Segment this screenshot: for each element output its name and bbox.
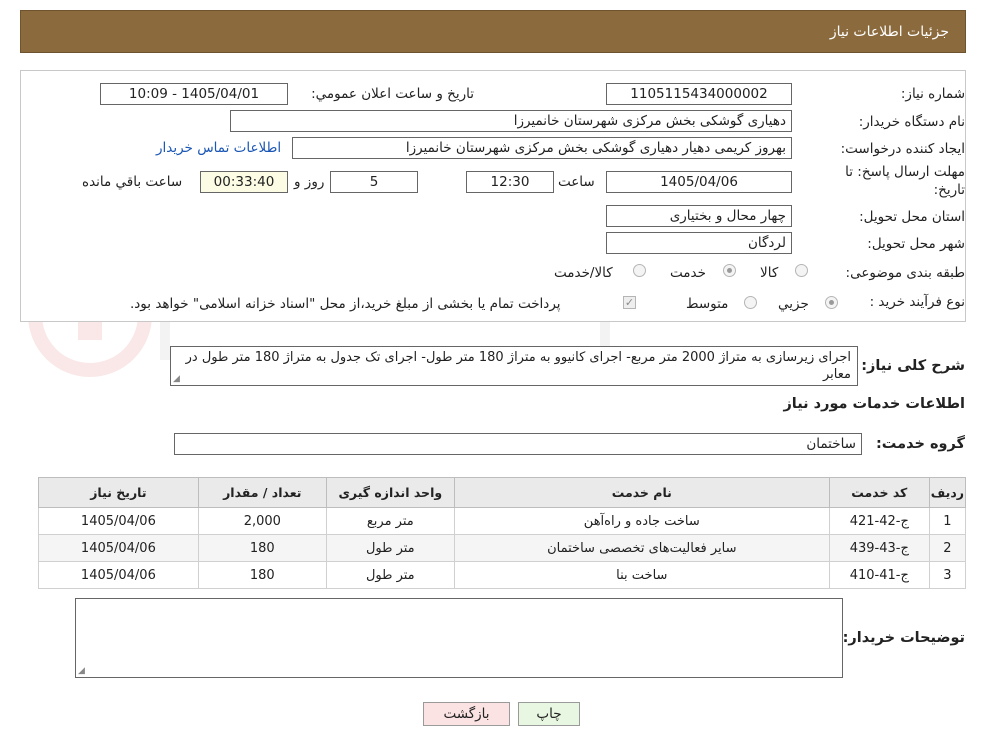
cell-quantity: 180 bbox=[197, 561, 327, 589]
deadline-time-label: ساعت bbox=[558, 174, 595, 190]
cell-date: 1405/04/06 bbox=[38, 534, 199, 562]
cell-unit: متر مربع bbox=[325, 507, 455, 535]
services-table: رديف کد خدمت نام خدمت واحد اندازه گيری ت… bbox=[38, 477, 967, 589]
table-row[interactable]: 3 ج-41-410 ساخت بنا متر طول 180 1405/04/… bbox=[38, 561, 967, 589]
cell-name: سایر فعالیت‌های تخصصی ساختمان bbox=[453, 534, 830, 562]
buyer-org-field[interactable]: دهیاری گوشکی بخش مرکزی شهرستان خانمیرزا bbox=[230, 110, 792, 132]
cell-unit: متر طول bbox=[325, 534, 455, 562]
radio-service[interactable] bbox=[723, 264, 736, 277]
radio-goods-label: کالا bbox=[760, 265, 779, 281]
cell-row: 1 bbox=[928, 507, 967, 535]
treasury-note: پرداخت تمام يا بخشی از مبلغ خريد،از محل … bbox=[130, 296, 561, 312]
page-header: جزئیات اطلاعات نیاز bbox=[20, 10, 966, 53]
resize-grip-icon[interactable]: ◢ bbox=[78, 667, 85, 676]
table-row[interactable]: 2 ج-43-439 سایر فعالیت‌های تخصصی ساختمان… bbox=[38, 534, 967, 562]
city-label: شهر محل تحويل: bbox=[867, 236, 965, 252]
summary-label: شرح کلی نیاز: bbox=[861, 358, 965, 374]
city-field[interactable]: لردگان bbox=[606, 232, 792, 254]
need-number-label: شماره نیاز: bbox=[900, 86, 965, 102]
days-label: روز و bbox=[294, 174, 325, 190]
announce-label: تاریخ و ساعت اعلان عمومي: bbox=[311, 86, 474, 102]
need-number-field[interactable]: 1105115434000002 bbox=[606, 83, 792, 105]
radio-goods-service-label: کالا/خدمت bbox=[554, 265, 613, 281]
radio-minor-label: جزيي bbox=[778, 296, 809, 312]
cell-name: ساخت بنا bbox=[453, 561, 830, 589]
province-field[interactable]: چهار محال و بختیاری bbox=[606, 205, 792, 227]
radio-service-label: خدمت bbox=[670, 265, 706, 281]
requester-field[interactable]: بهروز کریمی دهیار دهیاری گوشکی بخش مرکزی… bbox=[292, 137, 792, 159]
cell-date: 1405/04/06 bbox=[38, 561, 199, 589]
days-field[interactable]: 5 bbox=[330, 171, 418, 193]
treasury-checkbox[interactable]: ✓ bbox=[623, 296, 636, 309]
buyer-notes-label: توضيحات خريدار: bbox=[842, 630, 965, 646]
service-group-label: گروه خدمت: bbox=[875, 436, 965, 452]
cell-date: 1405/04/06 bbox=[38, 507, 199, 535]
deadline-date-label: تاريخ: bbox=[933, 182, 965, 198]
buyer-contact-link[interactable]: اطلاعات تماس خريدار bbox=[156, 140, 281, 156]
buyer-org-label: نام دستگاه خريدار: bbox=[858, 114, 965, 130]
col-row: رديف bbox=[928, 477, 967, 508]
cell-unit: متر طول bbox=[325, 561, 455, 589]
print-button[interactable]: چاپ bbox=[518, 702, 580, 726]
summary-textarea[interactable]: اجرای زیرسازی به متراژ 2000 متر مربع- اج… bbox=[170, 346, 858, 386]
details-panel bbox=[20, 70, 966, 322]
requester-label: ايجاد كننده درخواست: bbox=[840, 141, 965, 157]
cell-code: ج-41-410 bbox=[828, 561, 930, 589]
radio-goods[interactable] bbox=[795, 264, 808, 277]
deadline-time-field[interactable]: 12:30 bbox=[466, 171, 554, 193]
category-label: طبقه بندی موضوعی: bbox=[845, 265, 965, 281]
col-quantity: تعداد / مقدار bbox=[197, 477, 327, 508]
services-title: اطلاعات خدمات مورد نياز bbox=[783, 396, 965, 412]
radio-goods-service[interactable] bbox=[633, 264, 646, 277]
remaining-time-label: ساعت باقي مانده bbox=[82, 174, 183, 190]
table-header-row: رديف کد خدمت نام خدمت واحد اندازه گيری ت… bbox=[38, 477, 967, 508]
remaining-time-field[interactable]: 00:33:40 bbox=[200, 171, 288, 193]
cell-quantity: 2,000 bbox=[197, 507, 327, 535]
col-unit: واحد اندازه گيری bbox=[325, 477, 455, 508]
cell-quantity: 180 bbox=[197, 534, 327, 562]
cell-name: ساخت جاده و راه‌آهن bbox=[453, 507, 830, 535]
radio-medium-label: متوسط bbox=[686, 296, 729, 312]
cell-code: ج-42-421 bbox=[828, 507, 930, 535]
back-button[interactable]: بازگشت bbox=[423, 702, 510, 726]
radio-minor[interactable] bbox=[825, 296, 838, 309]
process-label: نوع فرآيند خريد : bbox=[869, 294, 965, 310]
cell-code: ج-43-439 bbox=[828, 534, 930, 562]
summary-text: اجرای زیرسازی به متراژ 2000 متر مربع- اج… bbox=[185, 350, 851, 382]
buyer-notes-textarea[interactable]: ◢ bbox=[75, 598, 843, 678]
radio-medium[interactable] bbox=[744, 296, 757, 309]
table-row[interactable]: 1 ج-42-421 ساخت جاده و راه‌آهن متر مربع … bbox=[38, 507, 967, 535]
deadline-label: مهلت ارسال پاسخ: تا bbox=[845, 164, 965, 180]
announce-datetime-field[interactable]: 1405/04/01 - 10:09 bbox=[100, 83, 288, 105]
resize-grip-icon[interactable]: ◢ bbox=[173, 375, 180, 384]
province-label: استان محل تحويل: bbox=[859, 209, 965, 225]
cell-row: 3 bbox=[928, 561, 967, 589]
page-title: جزئیات اطلاعات نیاز bbox=[829, 23, 949, 40]
service-group-field[interactable]: ساختمان bbox=[174, 433, 862, 455]
col-need-date: تاريخ نياز bbox=[38, 477, 199, 508]
cell-row: 2 bbox=[928, 534, 967, 562]
col-service-code: کد خدمت bbox=[828, 477, 930, 508]
deadline-date-field[interactable]: 1405/04/06 bbox=[606, 171, 792, 193]
col-service-name: نام خدمت bbox=[453, 477, 830, 508]
